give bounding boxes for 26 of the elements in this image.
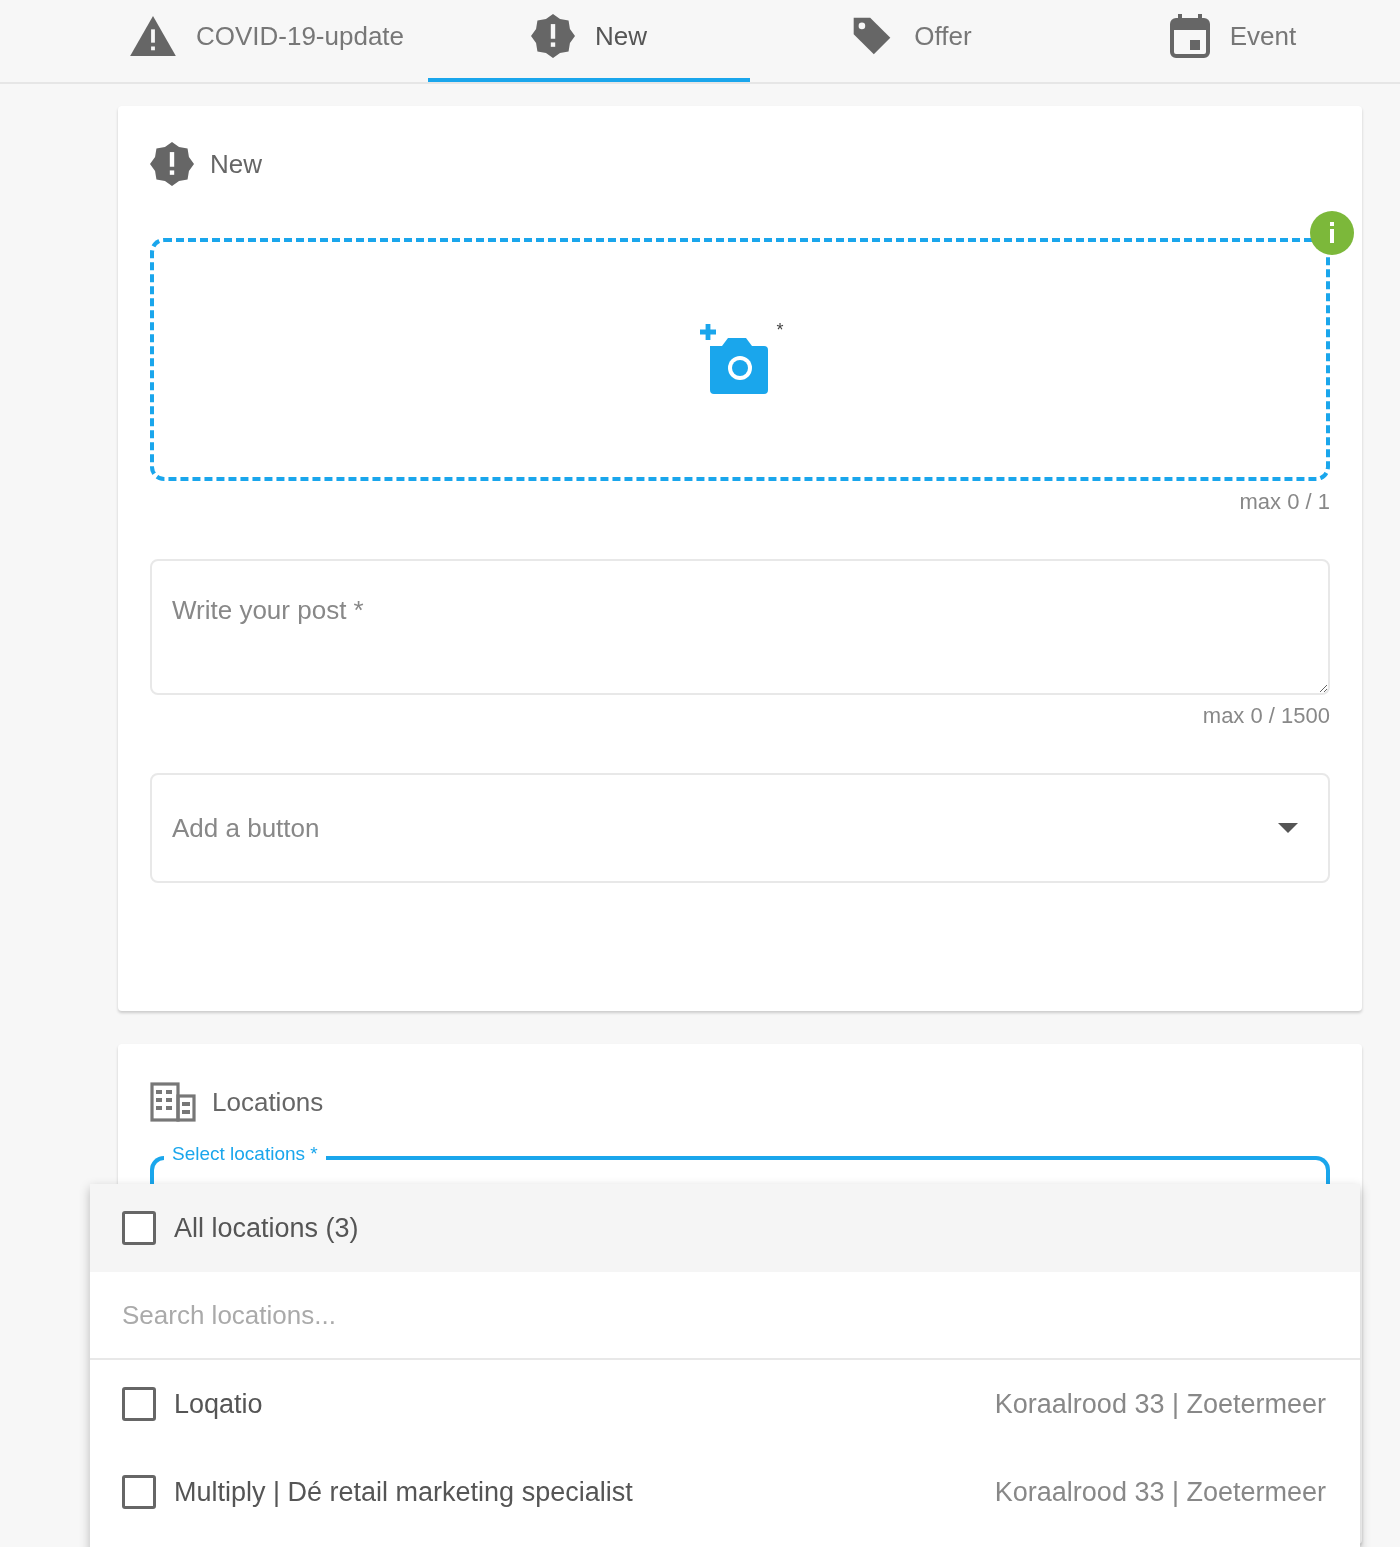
- checkbox[interactable]: [122, 1387, 156, 1421]
- alert-badge-icon: [531, 14, 575, 58]
- building-icon: [150, 1082, 196, 1122]
- add-button-select[interactable]: Add a button: [150, 773, 1330, 883]
- location-address: Koraalrood 33 | Zoetermeer: [994, 1476, 1326, 1508]
- image-counter: max 0 / 1: [1239, 489, 1330, 516]
- tab[interactable]: COVID-19-update: [106, 0, 428, 82]
- option-label: All locations (3): [174, 1212, 360, 1244]
- alert-badge-icon: [150, 142, 194, 186]
- image-upload-area[interactable]: *: [150, 238, 1330, 481]
- tab[interactable]: New: [428, 0, 750, 82]
- character-counter: max 0 / 1500: [1202, 703, 1330, 730]
- location-name: Loqatio: [174, 1388, 264, 1420]
- card-title: Locations: [212, 1086, 324, 1118]
- tab[interactable]: Offer: [750, 0, 1072, 82]
- post-text-field[interactable]: Write your post *: [150, 559, 1330, 695]
- checkbox[interactable]: [122, 1475, 156, 1509]
- card-title: New: [210, 148, 262, 180]
- location-name: Multiply | Dé retail marketing specialist: [174, 1476, 634, 1508]
- tab[interactable]: Event: [1072, 0, 1394, 82]
- required-mark: *: [776, 320, 784, 341]
- calendar-icon: [1169, 14, 1210, 58]
- warning-icon: [129, 16, 176, 56]
- location-address: Koraalrood 33 | Zoetermeer: [994, 1388, 1326, 1420]
- checkbox[interactable]: [122, 1211, 156, 1245]
- caret-icon: [1278, 823, 1298, 833]
